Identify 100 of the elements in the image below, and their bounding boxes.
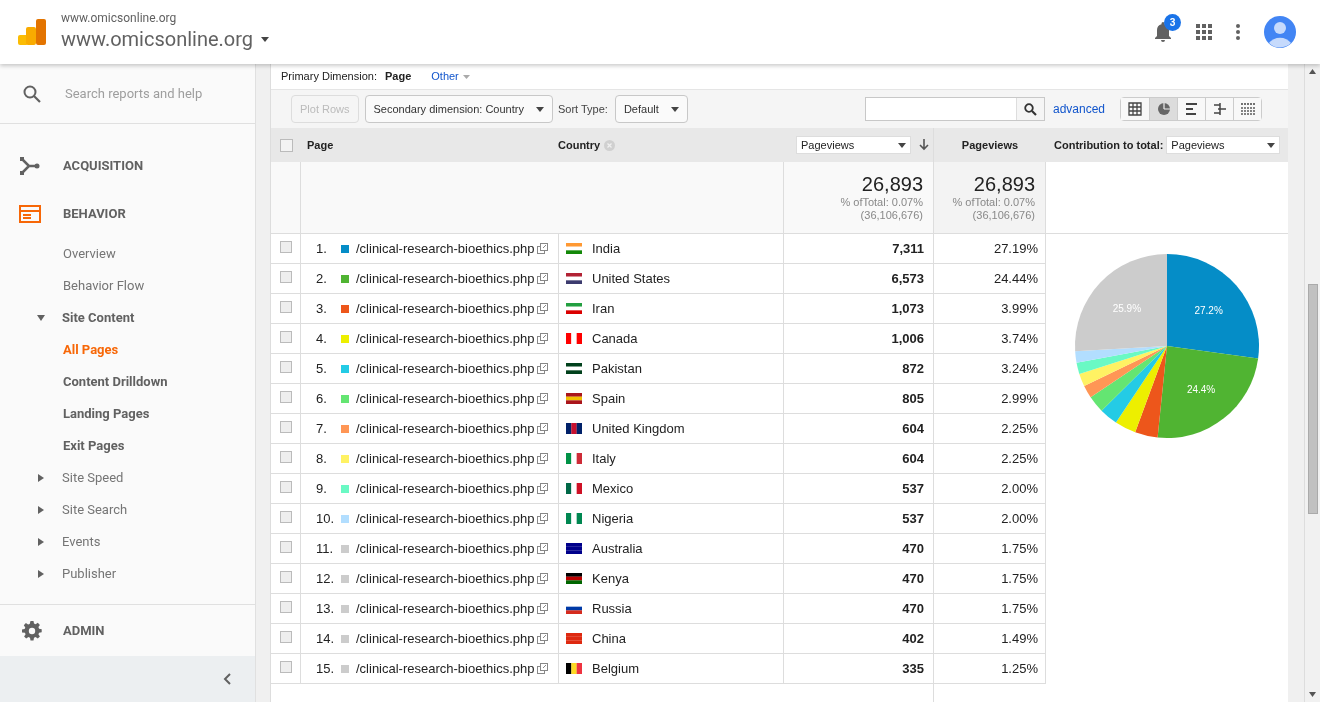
external-link-icon[interactable] — [537, 453, 549, 464]
collapsed-caret-icon[interactable] — [37, 474, 45, 482]
metric-dropdown[interactable]: Pageviews — [796, 136, 911, 154]
sidebar-item[interactable]: Site Speed — [62, 468, 124, 488]
page-link[interactable]: /clinical-research-bioethics.php — [356, 418, 535, 439]
more-menu-icon[interactable] — [1236, 24, 1240, 40]
property-selector[interactable]: www.omicsonline.org — [61, 25, 270, 53]
pie-slice[interactable] — [1101, 346, 1167, 423]
row-checkbox[interactable] — [279, 451, 292, 463]
pie-slice[interactable] — [1135, 346, 1167, 438]
sidebar-item[interactable]: Behavior Flow — [63, 276, 145, 296]
external-link-icon[interactable] — [537, 273, 549, 284]
row-checkbox[interactable] — [279, 391, 292, 403]
page-link[interactable]: /clinical-research-bioethics.php — [356, 538, 535, 559]
collapsed-caret-icon[interactable] — [37, 538, 45, 546]
apps-grid-icon[interactable] — [1196, 24, 1212, 40]
pie-slice[interactable] — [1079, 346, 1167, 386]
row-checkbox[interactable] — [279, 661, 292, 673]
avatar-icon[interactable] — [1264, 16, 1296, 48]
sidebar-item[interactable]: Publisher — [62, 564, 117, 584]
page-link[interactable]: /clinical-research-bioethics.php — [356, 358, 535, 379]
external-link-icon[interactable] — [537, 573, 549, 584]
collapsed-caret-icon[interactable] — [37, 506, 45, 514]
pie-slice[interactable] — [1090, 346, 1167, 411]
expanded-caret-icon[interactable] — [37, 314, 45, 322]
sidebar-item[interactable]: Landing Pages — [63, 404, 150, 424]
row-checkbox[interactable] — [279, 361, 292, 373]
page-link[interactable]: /clinical-research-bioethics.php — [356, 478, 535, 499]
external-link-icon[interactable] — [537, 243, 549, 254]
external-link-icon[interactable] — [537, 663, 549, 674]
search-field[interactable]: Search reports and help — [65, 83, 235, 104]
row-checkbox[interactable] — [279, 301, 292, 313]
external-link-icon[interactable] — [537, 603, 549, 614]
scrollbar-thumb[interactable] — [1307, 284, 1318, 514]
primary-dimension-tab[interactable]: Page — [384, 68, 412, 85]
sidebar-item[interactable]: Content Drilldown — [63, 372, 168, 392]
external-link-icon[interactable] — [537, 363, 549, 374]
pie-slice[interactable] — [1115, 346, 1167, 433]
row-checkbox[interactable] — [279, 331, 292, 343]
sort-type-dropdown[interactable]: Default — [614, 95, 688, 123]
page-link[interactable]: /clinical-research-bioethics.php — [356, 268, 535, 289]
pie-slice[interactable] — [1157, 346, 1259, 438]
admin-link[interactable]: ADMIN — [63, 620, 105, 641]
sidebar-item[interactable]: Site Search — [62, 500, 128, 520]
share-cell-text: 3.24% — [1001, 359, 1038, 378]
contribution-dropdown[interactable]: Pageviews — [1166, 136, 1281, 154]
other-dimension-link[interactable]: Other — [431, 68, 470, 85]
table-search-field[interactable] — [864, 97, 1045, 121]
row-checkbox[interactable] — [279, 571, 292, 583]
collapse-chevron-icon[interactable] — [223, 673, 231, 685]
page-link[interactable]: /clinical-research-bioethics.php — [356, 598, 535, 619]
scroll-up-icon[interactable] — [1309, 69, 1316, 74]
pie-slice[interactable] — [1076, 346, 1167, 374]
external-link-icon[interactable] — [537, 423, 549, 434]
external-link-icon[interactable] — [537, 513, 549, 524]
row-checkbox[interactable] — [279, 271, 292, 283]
page-link[interactable]: /clinical-research-bioethics.php — [356, 568, 535, 589]
row-checkbox[interactable] — [279, 541, 292, 553]
sidebar-item[interactable]: Site Content — [62, 308, 135, 328]
external-link-icon[interactable] — [537, 633, 549, 644]
external-link-icon[interactable] — [537, 303, 549, 314]
sort-arrow-icon[interactable] — [919, 139, 929, 151]
column-header[interactable]: Page — [307, 136, 558, 154]
sidebar-item[interactable]: Events — [62, 532, 101, 552]
row-checkbox[interactable] — [279, 511, 292, 523]
view-toggle[interactable] — [1233, 98, 1261, 120]
select-all-checkbox[interactable] — [279, 138, 293, 152]
external-link-icon[interactable] — [537, 483, 549, 494]
page-link[interactable]: /clinical-research-bioethics.php — [356, 238, 535, 259]
pie-slice[interactable] — [1167, 254, 1259, 359]
page-link[interactable]: /clinical-research-bioethics.php — [356, 658, 535, 679]
scroll-down-icon[interactable] — [1309, 692, 1316, 697]
secondary-dimension-dropdown[interactable]: Secondary dimension: Country — [364, 95, 553, 123]
external-link-icon[interactable] — [537, 543, 549, 554]
row-checkbox[interactable] — [279, 631, 292, 643]
external-link-icon[interactable] — [537, 333, 549, 344]
row-checkbox[interactable] — [279, 481, 292, 493]
page-link[interactable]: /clinical-research-bioethics.php — [356, 298, 535, 319]
advanced-link[interactable]: advanced — [1052, 100, 1105, 118]
view-toggle[interactable] — [1149, 98, 1177, 120]
page-link[interactable]: /clinical-research-bioethics.php — [356, 448, 535, 469]
column-header[interactable]: Country — [558, 136, 601, 154]
external-link-icon[interactable] — [537, 393, 549, 404]
pie-slice[interactable] — [1075, 346, 1167, 363]
pie-slice[interactable] — [1084, 346, 1167, 398]
sidebar-item[interactable]: Overview — [63, 244, 116, 264]
bell-icon[interactable] — [1154, 22, 1172, 42]
page-link[interactable]: /clinical-research-bioethics.php — [356, 508, 535, 529]
search-button[interactable] — [1015, 98, 1044, 120]
row-checkbox[interactable] — [279, 421, 292, 433]
row-number: 14. — [316, 629, 336, 648]
row-checkbox[interactable] — [279, 601, 292, 613]
nav-section[interactable]: BEHAVIOR — [63, 204, 126, 224]
row-checkbox[interactable] — [279, 241, 292, 253]
page-link[interactable]: /clinical-research-bioethics.php — [356, 328, 535, 349]
page-link[interactable]: /clinical-research-bioethics.php — [356, 628, 535, 649]
sidebar-item[interactable]: Exit Pages — [63, 436, 125, 456]
collapsed-caret-icon[interactable] — [37, 570, 45, 578]
nav-section[interactable]: ACQUISITION — [63, 156, 144, 176]
page-link[interactable]: /clinical-research-bioethics.php — [356, 388, 535, 409]
